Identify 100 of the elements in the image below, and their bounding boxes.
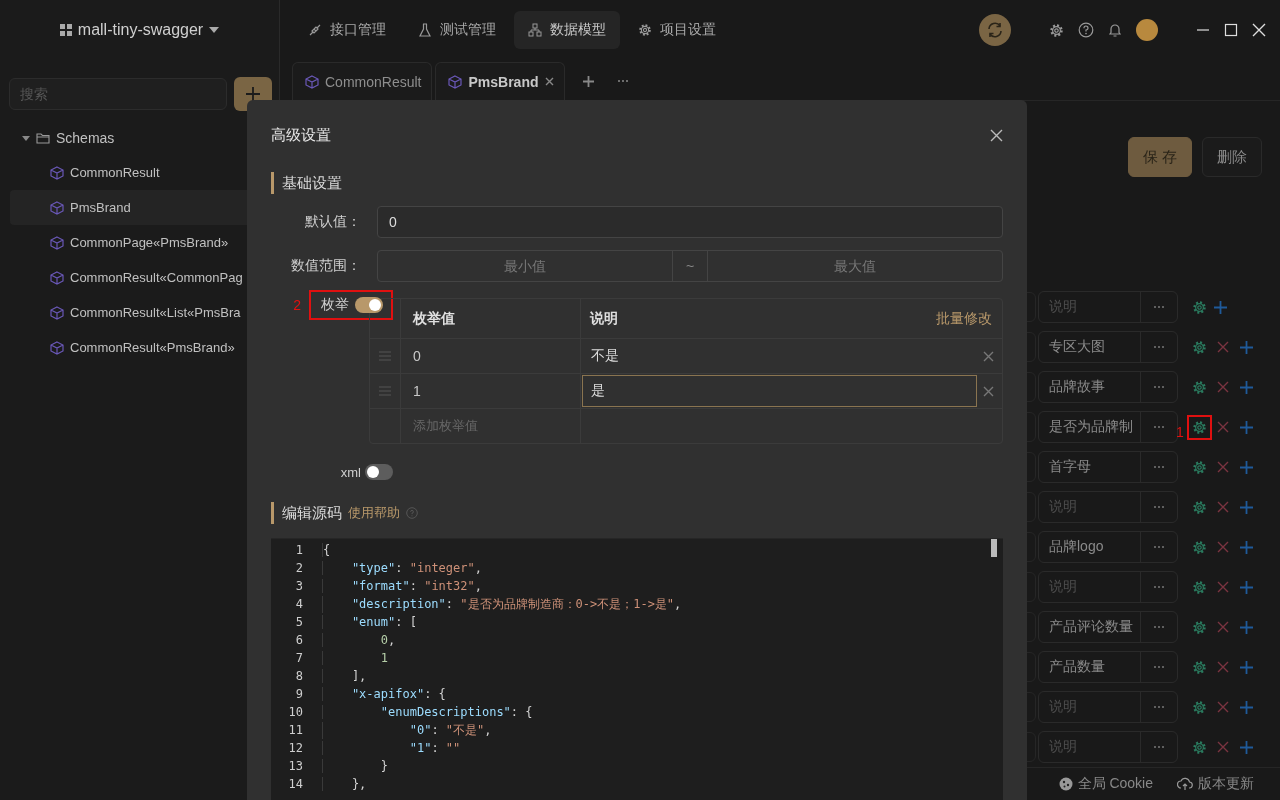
delete-icon[interactable] (1217, 341, 1229, 353)
project-name[interactable]: mall-tiny-swagger (77, 21, 204, 39)
plus-icon[interactable] (1239, 499, 1254, 515)
delete-icon[interactable] (1217, 581, 1229, 593)
min-value-field[interactable]: 最小值 (378, 251, 672, 281)
plus-icon[interactable] (1239, 739, 1254, 755)
dropdown-caret-icon[interactable] (209, 27, 220, 33)
delete-icon[interactable] (1217, 501, 1229, 513)
more-icon[interactable] (616, 79, 629, 83)
document-tab[interactable]: CommonResult (292, 62, 433, 100)
document-tab[interactable]: PmsBrand (435, 62, 565, 100)
more-icon (1153, 345, 1165, 349)
line-number: 9 (294, 687, 304, 701)
plus-icon[interactable] (1239, 579, 1254, 595)
nav-tab[interactable]: 接口管理 (294, 11, 400, 49)
bell-icon[interactable] (1108, 22, 1122, 38)
plus-icon[interactable] (1239, 459, 1254, 475)
description-field[interactable]: 产品数量 (1038, 651, 1178, 683)
avatar[interactable] (1136, 19, 1158, 41)
settings-icon[interactable] (1192, 459, 1207, 475)
delete-icon[interactable] (1217, 461, 1229, 473)
description-field[interactable]: 首字母 (1038, 451, 1178, 483)
more-icon (1153, 585, 1165, 589)
settings-icon[interactable] (1192, 619, 1207, 635)
line-number: 2 (294, 561, 304, 575)
input-field[interactable]: 不是 (582, 340, 977, 372)
delete-icon[interactable] (1217, 701, 1229, 713)
cube-icon (50, 270, 64, 285)
plus-icon[interactable] (1239, 379, 1254, 395)
status-item[interactable]: 全局 Cookie (1058, 775, 1153, 793)
delete-icon[interactable] (983, 350, 994, 362)
field-label: 枚举 (321, 296, 349, 314)
settings-icon[interactable] (1192, 339, 1207, 355)
plus-icon[interactable] (1213, 299, 1228, 315)
plus-icon[interactable] (1239, 699, 1254, 715)
schema-item[interactable]: CommonResult«CommonPag (10, 260, 279, 295)
schema-item[interactable]: CommonPage«PmsBrand» (10, 225, 279, 260)
line-number: 1 (294, 543, 304, 557)
nav-tab[interactable]: 项目设置 (624, 11, 730, 49)
nav-tab[interactable]: 数据模型 (514, 11, 620, 49)
sync-button[interactable] (979, 14, 1011, 46)
help-link[interactable]: 使用帮助 (348, 504, 400, 522)
line-number: 11 (287, 723, 304, 737)
status-item[interactable]: 版本更新 (1177, 775, 1254, 793)
schema-item[interactable]: CommonResult«PmsBrand» (10, 330, 279, 365)
description-field[interactable]: 产品评论数量 (1038, 611, 1178, 643)
settings-icon[interactable] (1192, 299, 1207, 315)
input-field[interactable]: 0 (377, 206, 1003, 238)
plus-icon[interactable] (1239, 659, 1254, 675)
cube-icon (448, 74, 463, 89)
line-number: 14 (287, 777, 304, 791)
help-icon[interactable] (1078, 22, 1094, 38)
bulk-edit-link[interactable]: 批量修改 (936, 309, 994, 328)
delete-button[interactable]: 删除 (1202, 137, 1262, 177)
annotation-number: 2 (293, 297, 301, 313)
maximize-icon[interactable] (1224, 23, 1238, 37)
delete-icon[interactable] (983, 385, 994, 397)
input-field[interactable]: 是 (582, 375, 977, 407)
nav-tab[interactable]: 测试管理 (404, 11, 510, 49)
table-cell: 0 (400, 339, 580, 373)
description-field[interactable]: 品牌logo (1038, 531, 1178, 563)
code-line: ], (322, 669, 367, 683)
plus-icon[interactable] (1239, 339, 1254, 355)
delete-icon[interactable] (1217, 741, 1229, 753)
plus-icon[interactable] (581, 74, 595, 88)
delete-icon[interactable] (1217, 541, 1229, 553)
plus-icon[interactable] (1239, 619, 1254, 635)
settings-icon[interactable] (1192, 419, 1207, 435)
settings-icon[interactable] (1192, 499, 1207, 515)
folder-icon (36, 131, 50, 144)
max-value-field[interactable]: 最大值 (708, 251, 1002, 281)
code-editor[interactable]: 1 { 2 "type": "integer", 3 "format": "int32", 4 "description": "是否为品牌制造商：0->不是；1->是", 5 "enum": [ 6 0, 7 1 8 ], 9 "x-apifox": { 10 "enumDescriptions": { 11 "0": "不是", 12 "1": "" 13 } 14 }, (271, 538, 1003, 800)
code-line: }, (322, 777, 367, 791)
delete-icon[interactable] (1217, 621, 1229, 633)
settings-icon[interactable] (1192, 379, 1207, 395)
delete-icon[interactable] (1217, 381, 1229, 393)
settings-icon[interactable] (1049, 22, 1064, 38)
scrollbar-thumb[interactable] (991, 539, 997, 557)
schema-item[interactable]: CommonResult«List«PmsBra (10, 295, 279, 330)
cube-icon (50, 165, 64, 180)
settings-icon[interactable] (1192, 659, 1207, 675)
folder-label: Schemas (56, 129, 115, 146)
delete-icon[interactable] (1217, 421, 1229, 433)
line-number: 8 (294, 669, 304, 683)
toggle-switch[interactable] (365, 464, 393, 480)
description-field[interactable]: 专区大图 (1038, 331, 1178, 363)
close-button[interactable] (990, 128, 1003, 142)
settings-icon[interactable] (1192, 539, 1207, 555)
settings-icon[interactable] (638, 23, 652, 37)
delete-icon[interactable] (1217, 661, 1229, 673)
plus-icon[interactable] (1239, 539, 1254, 555)
settings-icon[interactable] (1192, 739, 1207, 755)
plus-icon[interactable] (1239, 419, 1254, 435)
settings-icon[interactable] (1192, 579, 1207, 595)
range-field[interactable]: 最小值 ~ 最大值 (377, 250, 1003, 282)
toggle-switch[interactable] (355, 297, 383, 313)
settings-icon[interactable] (1192, 699, 1207, 715)
more-icon (1153, 625, 1165, 629)
description-field[interactable]: 是否为品牌制 (1038, 411, 1178, 443)
description-field[interactable]: 品牌故事 (1038, 371, 1178, 403)
